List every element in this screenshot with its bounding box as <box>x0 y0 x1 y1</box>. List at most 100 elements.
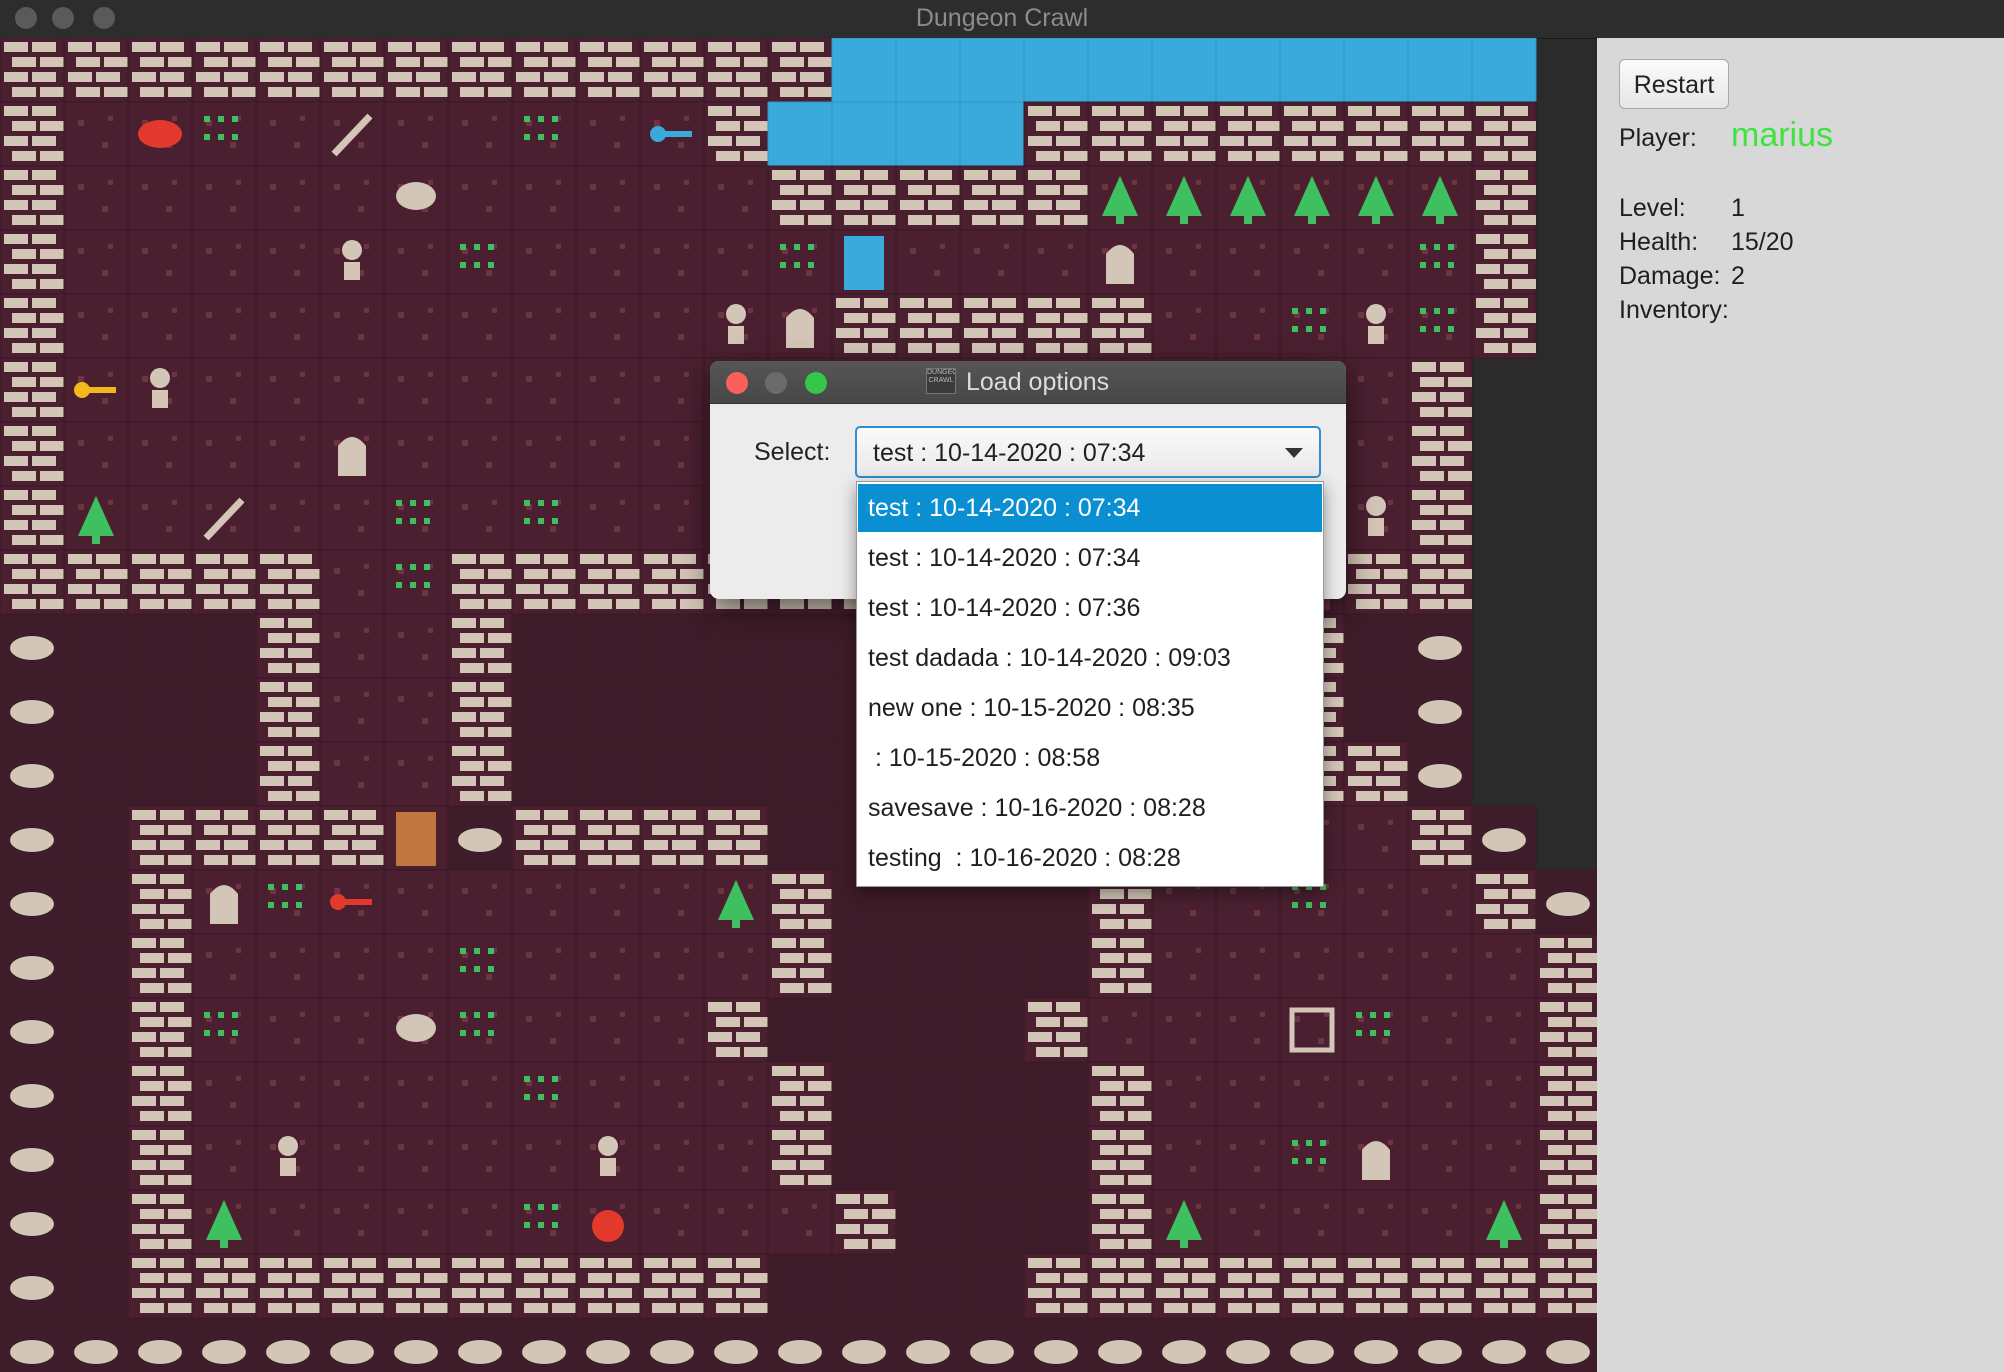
floor-tile <box>447 357 513 423</box>
rock-tile <box>1407 741 1473 807</box>
brick-wall-tile <box>1407 805 1473 871</box>
water-tile <box>895 101 961 167</box>
player-name: marius <box>1731 116 1834 154</box>
brick-wall-tile <box>127 1061 193 1127</box>
dungeon-map[interactable] <box>0 38 1597 1372</box>
brick-wall-tile <box>1343 549 1409 615</box>
floor-tile <box>1279 933 1345 999</box>
brick-wall-tile <box>0 421 65 487</box>
dialog-zoom-button[interactable] <box>805 372 827 394</box>
floor-tile <box>1407 869 1473 935</box>
dark-floor-tile <box>767 677 833 743</box>
dialog-minimize-button[interactable] <box>765 372 787 394</box>
dropdown-option[interactable]: test : 10-14-2020 : 07:34 <box>858 534 1322 582</box>
dark-floor-tile <box>511 613 577 679</box>
brick-wall-tile <box>255 38 321 103</box>
dropdown-option[interactable]: test : 10-14-2020 : 07:36 <box>858 584 1322 632</box>
rock-tile <box>0 1253 65 1319</box>
floor-tile <box>447 293 513 359</box>
floor-tile <box>191 933 257 999</box>
dialog-close-button[interactable] <box>726 372 748 394</box>
grass-tile <box>191 997 257 1063</box>
dropdown-option[interactable]: test dadada : 10-14-2020 : 09:03 <box>858 634 1322 682</box>
brick-wall-tile <box>127 38 193 103</box>
dropdown-option[interactable]: test : 10-14-2020 : 07:34 <box>858 484 1322 532</box>
brick-wall-tile <box>127 1125 193 1191</box>
dropdown-option[interactable]: savesave : 10-16-2020 : 08:28 <box>858 784 1322 832</box>
dark-floor-tile <box>703 613 769 679</box>
dark-floor-tile <box>63 677 129 743</box>
orange-door-tile <box>383 805 449 871</box>
rock-tile <box>1151 1317 1217 1372</box>
floor-tile <box>447 101 513 167</box>
save-select-combobox[interactable]: test : 10-14-2020 : 07:34 <box>855 426 1321 478</box>
floor-tile <box>575 1061 641 1127</box>
rock-tile <box>0 1061 65 1127</box>
brick-wall-tile <box>1471 165 1537 231</box>
floor-tile <box>447 1189 513 1255</box>
brick-wall-tile <box>447 741 513 807</box>
dark-floor-tile <box>575 677 641 743</box>
floor-tile <box>1343 1061 1409 1127</box>
floor-tile <box>191 229 257 295</box>
brick-wall-tile <box>639 549 705 615</box>
floor-tile <box>767 1189 833 1255</box>
floor-tile <box>575 933 641 999</box>
brick-wall-tile <box>383 1253 449 1319</box>
dark-floor-tile <box>511 677 577 743</box>
brick-wall-tile <box>0 229 65 295</box>
tree-tile <box>1343 165 1409 231</box>
floor-tile <box>575 165 641 231</box>
floor-tile <box>127 229 193 295</box>
floor-tile <box>1215 997 1281 1063</box>
brick-wall-tile <box>255 677 321 743</box>
rock-tile <box>831 1317 897 1372</box>
rock-tile <box>447 805 513 871</box>
water-tile <box>1215 38 1281 103</box>
apple-tile <box>575 1189 641 1255</box>
chevron-down-icon[interactable] <box>1285 448 1303 458</box>
rock-tile <box>319 1317 385 1372</box>
floor-tile <box>255 485 321 551</box>
grass-tile <box>767 229 833 295</box>
floor-tile <box>639 293 705 359</box>
brick-wall-tile <box>1087 1189 1153 1255</box>
brick-wall-tile <box>1407 421 1473 487</box>
floor-tile <box>511 229 577 295</box>
floor-tile <box>447 165 513 231</box>
brick-wall-tile <box>1343 101 1409 167</box>
brick-wall-tile <box>1151 101 1217 167</box>
floor-tile <box>575 229 641 295</box>
rock-tile <box>1215 1317 1281 1372</box>
restart-button[interactable]: Restart <box>1619 59 1729 109</box>
dropdown-option[interactable]: new one : 10-15-2020 : 08:35 <box>858 684 1322 732</box>
dropdown-option[interactable]: : 10-15-2020 : 08:58 <box>858 734 1322 782</box>
brick-wall-tile <box>447 677 513 743</box>
brick-wall-tile <box>1087 1253 1153 1319</box>
dropdown-option[interactable]: testing : 10-16-2020 : 08:28 <box>858 834 1322 882</box>
rock-tile <box>447 1317 513 1372</box>
brick-wall-tile <box>1535 1125 1597 1191</box>
rock-tile <box>1087 1317 1153 1372</box>
dark-floor-tile <box>959 1125 1025 1191</box>
floor-tile <box>383 677 449 743</box>
brick-wall-tile <box>703 805 769 871</box>
rock-tile <box>895 1317 961 1372</box>
floor-tile <box>1151 1061 1217 1127</box>
save-select-dropdown[interactable]: test : 10-14-2020 : 07:34 test : 10-14-2… <box>856 481 1324 887</box>
floor-tile <box>1471 1125 1537 1191</box>
dark-floor-tile <box>575 613 641 679</box>
brick-wall-tile <box>1471 1253 1537 1319</box>
floor-tile <box>63 421 129 487</box>
tree-tile <box>703 869 769 935</box>
floor-tile <box>511 165 577 231</box>
brick-wall-tile <box>191 549 257 615</box>
player-label: Player: <box>1619 124 1697 152</box>
brick-wall-tile <box>767 1125 833 1191</box>
brick-wall-tile <box>767 165 833 231</box>
dark-floor-tile <box>63 613 129 679</box>
dark-floor-tile <box>703 677 769 743</box>
water-tile <box>1407 38 1473 103</box>
dark-floor-tile <box>63 741 129 807</box>
level-label: Level: <box>1619 194 1686 222</box>
